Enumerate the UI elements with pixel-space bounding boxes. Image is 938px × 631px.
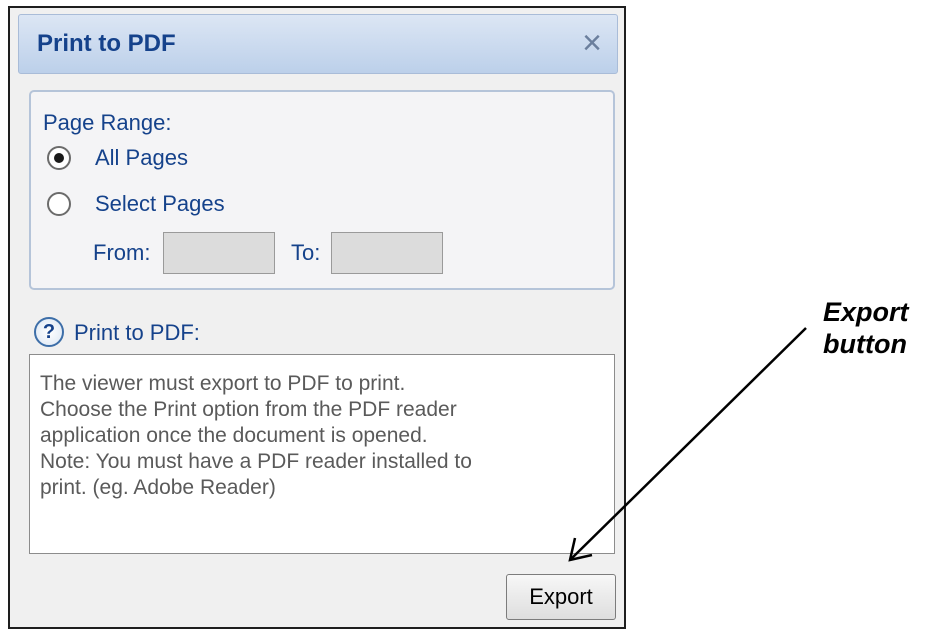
annotation-arrow-icon [568, 327, 807, 562]
screenshot-canvas: Print to PDF × Page Range: All Pages Sel… [0, 0, 938, 631]
